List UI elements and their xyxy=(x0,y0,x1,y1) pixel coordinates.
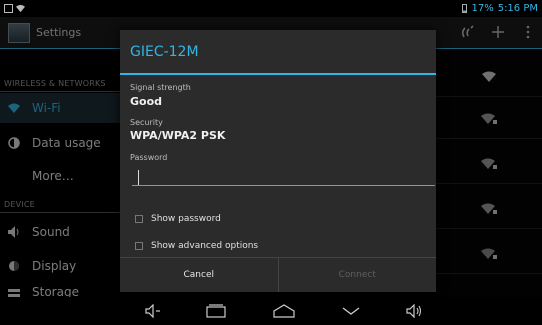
wifi-connect-dialog: GIEC-12M Signal strength Good Security W… xyxy=(120,30,436,292)
hide-keyboard-icon[interactable] xyxy=(339,302,363,320)
volume-down-icon[interactable] xyxy=(141,302,165,320)
show-password-label: Show password xyxy=(151,214,221,224)
battery-level: 17% xyxy=(471,3,494,14)
password-label: Password xyxy=(130,153,168,162)
show-advanced-checkbox[interactable] xyxy=(135,242,143,250)
security-label: Security xyxy=(130,118,163,127)
show-advanced-label: Show advanced options xyxy=(151,241,259,251)
show-password-option[interactable]: Show password xyxy=(135,212,221,226)
text-caret xyxy=(138,170,139,185)
signal-strength-value: Good xyxy=(130,95,163,108)
home-icon[interactable] xyxy=(272,302,296,320)
show-password-checkbox[interactable] xyxy=(135,215,143,223)
security-value: WPA/WPA2 PSK xyxy=(130,129,226,142)
clock: 5:16 PM xyxy=(497,3,538,14)
volume-up-icon[interactable] xyxy=(403,302,427,320)
signal-strength-label: Signal strength xyxy=(130,83,191,92)
dialog-title-divider xyxy=(120,73,436,75)
password-input[interactable] xyxy=(132,166,435,186)
notification-icon xyxy=(4,4,13,13)
status-icons-right: 17% 5:16 PM xyxy=(462,2,538,15)
wifi-status-icon xyxy=(16,4,25,13)
recent-apps-icon[interactable] xyxy=(204,302,228,320)
status-icons-left xyxy=(4,2,34,15)
dialog-title: GIEC-12M xyxy=(130,44,199,60)
dialog-button-bar: Cancel Connect xyxy=(120,257,436,292)
cancel-button[interactable]: Cancel xyxy=(120,258,278,292)
status-bar: 17% 5:16 PM xyxy=(0,0,542,17)
battery-icon xyxy=(462,4,468,13)
show-advanced-option[interactable]: Show advanced options xyxy=(135,239,258,253)
connect-button[interactable]: Connect xyxy=(279,258,437,292)
navigation-bar xyxy=(0,297,542,325)
